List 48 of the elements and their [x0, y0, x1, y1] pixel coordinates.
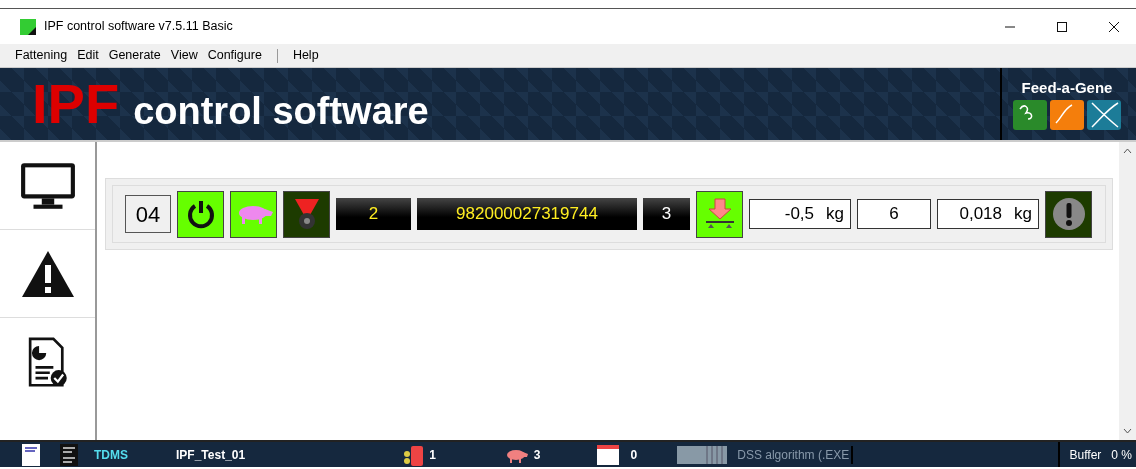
monitor-icon[interactable] — [18, 160, 77, 211]
power-button[interactable] — [177, 190, 224, 238]
menu-item[interactable]: View — [165, 44, 203, 67]
count-value: 6 — [857, 199, 931, 229]
day-count: 0 — [630, 446, 638, 464]
menu-item[interactable]: Help — [287, 44, 324, 67]
scroll-up-icon[interactable] — [1123, 148, 1132, 154]
animal-count: 3 — [533, 446, 541, 464]
unit-label: kg — [826, 203, 844, 226]
algorithm-label: DSS algorithm (.EXE — [737, 445, 854, 464]
valve-button[interactable] — [283, 190, 330, 238]
power-icon — [185, 199, 216, 229]
maximize-icon[interactable] — [1056, 20, 1068, 33]
feeder-number: 04 — [125, 195, 171, 233]
mode-label: TDMS — [94, 446, 128, 464]
menu-item[interactable]: Edit — [72, 44, 104, 67]
menu-item[interactable]: Configure — [202, 44, 267, 67]
pig-button[interactable] — [230, 190, 277, 238]
buffer-label: Buffer — [1069, 446, 1102, 464]
menu-item[interactable]: Generate — [103, 44, 166, 67]
test-name: IPF_Test_01 — [176, 446, 246, 464]
scale-button[interactable] — [696, 190, 743, 238]
scroll-down-icon[interactable] — [1123, 428, 1132, 434]
buffer-value: 0 % — [1111, 446, 1132, 464]
valve-icon — [292, 197, 321, 231]
menu-item[interactable]: Fattening — [10, 44, 73, 67]
weight-value: -0,5 — [784, 203, 815, 226]
close-icon[interactable] — [1108, 20, 1120, 33]
scrollbar[interactable] — [1119, 142, 1136, 440]
feeder-value: 2 — [336, 198, 411, 230]
logo-icon — [1012, 99, 1122, 132]
document-icon — [22, 443, 40, 466]
feeder-value: 982000027319744 — [417, 198, 637, 230]
app-icon — [20, 18, 36, 35]
banner-acronym: IPF — [32, 76, 120, 132]
unit-label: kg — [1014, 203, 1032, 226]
feeder-value: 3 — [643, 198, 690, 230]
log-icon — [60, 443, 78, 466]
alert-button[interactable] — [1045, 190, 1092, 238]
logo-text: Feed-a-Gene — [1021, 77, 1113, 98]
calendar-icon — [596, 444, 619, 465]
window-title: IPF control software v7.5.11 Basic — [44, 18, 233, 36]
feeder-icon — [403, 443, 426, 466]
weight-value: 0,018 — [959, 203, 1003, 226]
banner-title: control software — [133, 92, 429, 130]
feeder-count: 1 — [429, 446, 436, 464]
exclamation-icon — [1051, 197, 1086, 231]
progress-icon — [677, 445, 728, 464]
